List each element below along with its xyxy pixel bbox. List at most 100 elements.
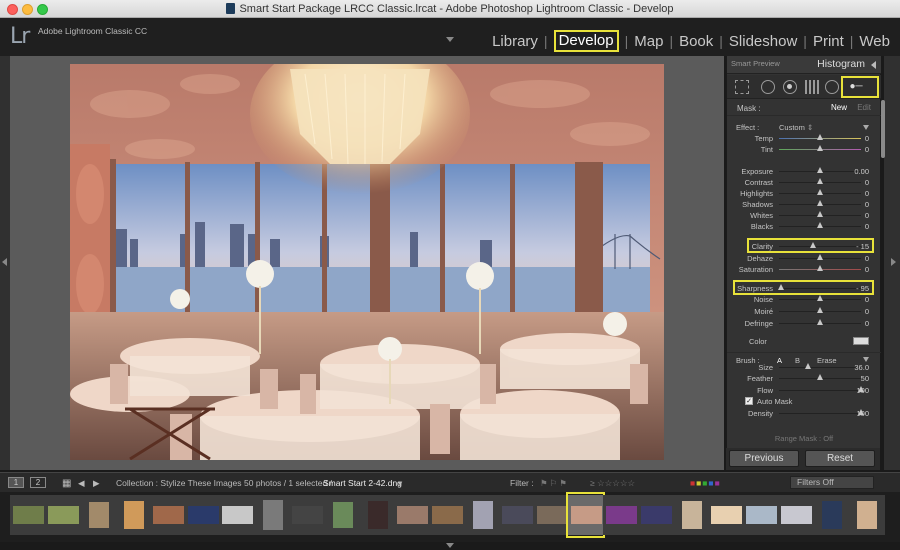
filmstrip-thumbnail[interactable] [79, 495, 117, 535]
slider-track[interactable] [779, 367, 861, 368]
slider-handle[interactable] [817, 222, 823, 228]
radial-filter-tool-icon[interactable] [825, 80, 839, 94]
slider-moir[interactable]: Moiré 0 [727, 306, 881, 317]
filmstrip-thumbnail[interactable] [393, 495, 431, 535]
back-arrow-icon[interactable]: ◀ [78, 478, 85, 489]
module-book[interactable]: Book [679, 33, 713, 50]
second-window-button[interactable]: 2 [30, 477, 46, 488]
module-print[interactable]: Print [813, 33, 844, 50]
right-panel-scrollbar[interactable] [881, 100, 885, 158]
slider-handle[interactable] [817, 200, 823, 206]
slider-handle[interactable] [817, 189, 823, 195]
slider-value[interactable]: 100 [856, 386, 869, 395]
slider-density[interactable]: Density 100 [727, 408, 881, 419]
grid-view-icon[interactable]: ▦ [62, 478, 71, 489]
histogram-collapse-icon[interactable] [871, 61, 876, 69]
slider-saturation[interactable]: Saturation 0 [727, 264, 881, 275]
rating-filter-icon[interactable]: ≥ ☆☆☆☆☆ [590, 478, 635, 489]
filmstrip-thumbnail[interactable] [10, 495, 47, 535]
expand-left-panel-arrow-icon[interactable] [2, 258, 7, 266]
slider-value[interactable]: 0 [865, 222, 869, 231]
slider-handle[interactable] [817, 145, 823, 151]
graduated-filter-tool-icon[interactable] [805, 80, 819, 94]
filmstrip-thumbnail[interactable] [638, 495, 676, 535]
slider-handle[interactable] [817, 134, 823, 140]
flag-filter-icon[interactable]: ⚑⚐⚑ [540, 478, 569, 489]
filmstrip-thumbnail[interactable] [847, 495, 885, 535]
filmstrip-thumbnail[interactable] [463, 495, 501, 535]
color-label-filter-icon[interactable]: ■■■■■ [690, 478, 721, 488]
histogram-header[interactable]: Smart Preview Histogram [727, 56, 881, 74]
slider-handle[interactable] [817, 295, 823, 301]
slider-value[interactable]: 36.0 [854, 363, 869, 372]
filmstrip-thumbnail[interactable] [673, 495, 711, 535]
slider-handle[interactable] [817, 167, 823, 173]
slider-value[interactable]: 0 [865, 265, 869, 274]
slider-handle[interactable] [817, 254, 823, 260]
slider-handle[interactable] [805, 363, 811, 369]
filmstrip-thumbnail[interactable] [428, 495, 466, 535]
collapse-top-panel-arrow-icon[interactable] [446, 37, 454, 42]
collection-source[interactable]: Collection : Stylize These Images [116, 478, 242, 488]
filmstrip-thumbnail[interactable] [708, 495, 745, 535]
filmstrip-thumbnail[interactable] [812, 495, 850, 535]
collapse-filmstrip-arrow-icon[interactable] [446, 543, 454, 548]
color-swatch[interactable] [853, 337, 869, 345]
filmstrip-thumbnail[interactable] [498, 495, 536, 535]
red-eye-tool-icon[interactable] [783, 80, 797, 94]
module-web[interactable]: Web [859, 33, 890, 50]
slider-exposure[interactable]: Exposure 0.00 [727, 166, 881, 177]
slider-value[interactable]: 100 [856, 409, 869, 418]
slider-handle[interactable] [817, 211, 823, 217]
slider-handle[interactable] [817, 307, 823, 313]
slider-handle[interactable] [817, 265, 823, 271]
slider-value[interactable]: 0 [865, 134, 869, 143]
mask-edit-button[interactable]: Edit [857, 103, 871, 112]
reset-button[interactable]: Reset [805, 450, 875, 467]
slider-size[interactable]: Size 36.0 [727, 362, 881, 373]
previous-button[interactable]: Previous [729, 450, 799, 467]
slider-handle[interactable] [817, 374, 823, 380]
slider-value[interactable]: 0 [865, 319, 869, 328]
slider-noise[interactable]: Noise 0 [727, 294, 881, 305]
slider-defringe[interactable]: Defringe 0 [727, 318, 881, 329]
effect-panel-toggle-icon[interactable] [863, 125, 869, 130]
auto-mask-checkbox[interactable]: ✓ [745, 397, 753, 405]
mask-new-button[interactable]: New [831, 103, 847, 112]
range-mask-label[interactable]: Range Mask : Off [727, 434, 881, 444]
slider-contrast[interactable]: Contrast 0 [727, 177, 881, 188]
slider-value[interactable]: 0 [865, 178, 869, 187]
slider-handle[interactable] [817, 319, 823, 325]
slider-value[interactable]: 0 [865, 211, 869, 220]
slider-handle[interactable] [817, 178, 823, 184]
filmstrip-thumbnail[interactable] [114, 495, 152, 535]
slider-temp[interactable]: Temp 0 [727, 133, 881, 144]
filmstrip-thumbnail[interactable] [254, 495, 292, 535]
filename-dropdown-icon[interactable]: ▾ [398, 478, 402, 489]
slider-track[interactable] [779, 390, 861, 391]
filmstrip-thumbnail[interactable] [44, 495, 82, 535]
slider-value[interactable]: 0 [865, 200, 869, 209]
slider-value[interactable]: 0 [865, 295, 869, 304]
filmstrip-thumbnail[interactable] [324, 495, 362, 535]
slider-value[interactable]: 0 [865, 307, 869, 316]
selected-filename[interactable]: Smart Start 2-42.dng [323, 478, 402, 488]
filmstrip-thumbnail[interactable] [359, 495, 396, 535]
slider-tint[interactable]: Tint 0 [727, 144, 881, 155]
spot-removal-tool-icon[interactable] [761, 80, 775, 94]
effect-updown-icon[interactable]: ⇕ [807, 123, 813, 132]
slider-flow[interactable]: Flow 100 [727, 385, 881, 396]
slider-feather[interactable]: Feather 50 [727, 373, 881, 384]
filmstrip-thumbnail[interactable] [149, 495, 187, 535]
module-library[interactable]: Library [492, 33, 538, 50]
image-canvas[interactable] [10, 56, 724, 470]
slider-shadows[interactable]: Shadows 0 [727, 199, 881, 210]
slider-value[interactable]: 0 [865, 145, 869, 154]
filmstrip-thumbnail[interactable] [219, 495, 257, 535]
slider-value[interactable]: 0 [865, 189, 869, 198]
slider-value[interactable]: 50 [861, 374, 869, 383]
filmstrip-thumbnail[interactable] [603, 495, 641, 535]
filmstrip-thumbnail[interactable] [777, 495, 815, 535]
slider-whites[interactable]: Whites 0 [727, 210, 881, 221]
filmstrip-thumbnail[interactable] [742, 495, 780, 535]
